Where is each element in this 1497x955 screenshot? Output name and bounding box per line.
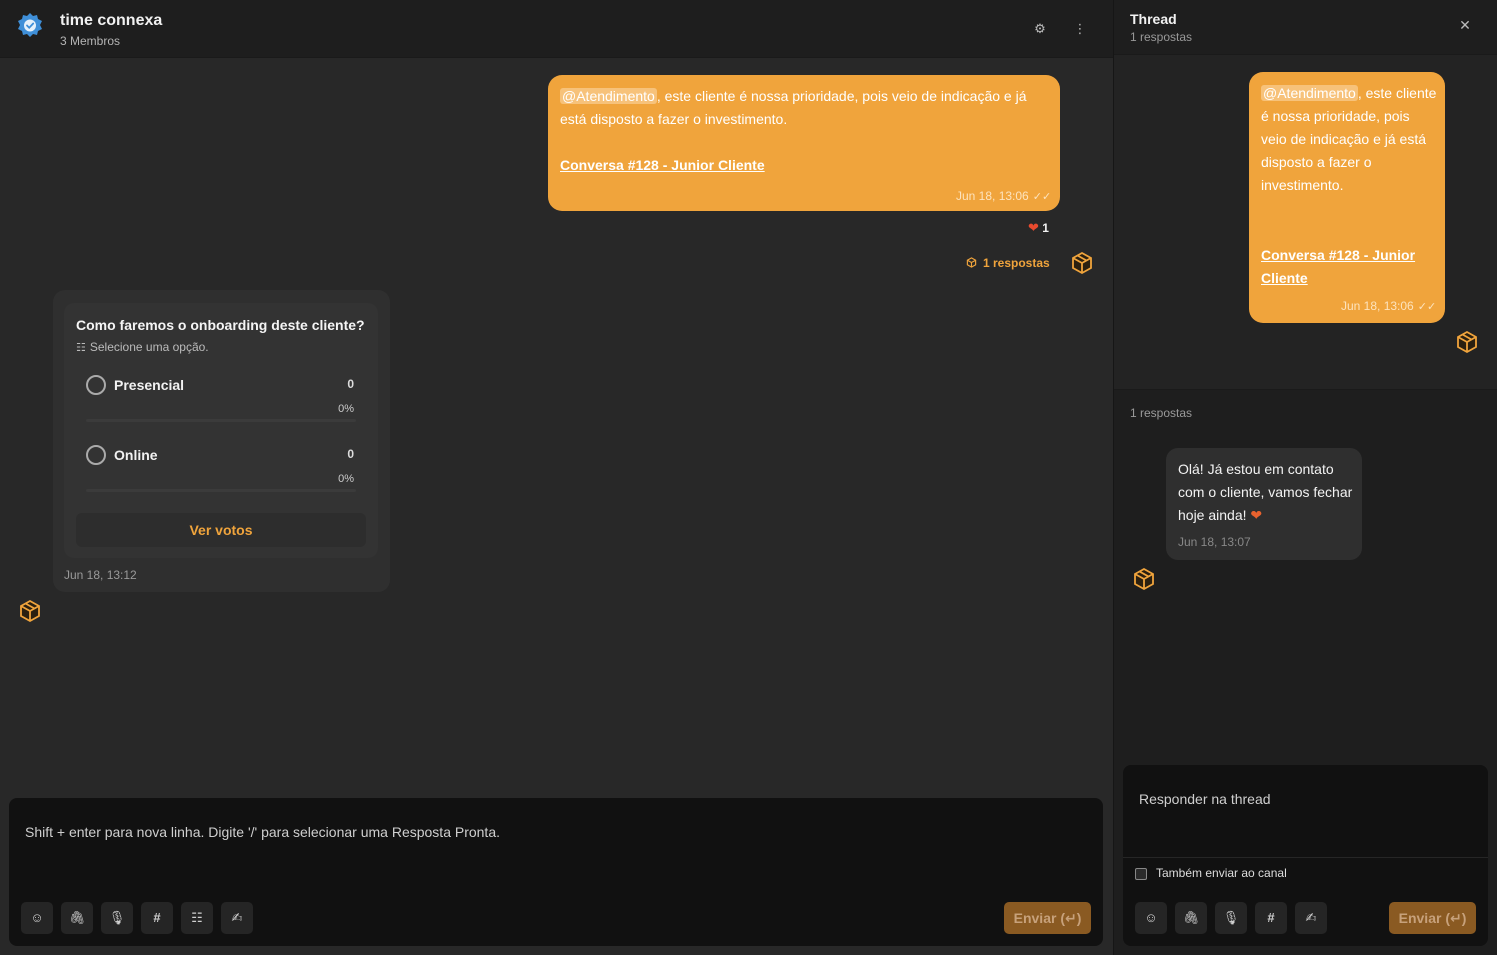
checklist-icon[interactable]: ☷ (181, 902, 213, 934)
close-icon[interactable]: ✕ (1458, 18, 1472, 32)
thread-send-button[interactable]: Enviar (↵) (1389, 902, 1476, 934)
mention-tag[interactable]: @Atendimento (1261, 85, 1358, 101)
verified-badge-icon[interactable] (16, 12, 44, 40)
user-avatar-box-icon[interactable] (18, 599, 42, 623)
radio-button[interactable] (86, 375, 106, 395)
thread-pane: Thread 1 respostas ✕ @Atendimento, este … (1113, 0, 1497, 955)
user-avatar-box-icon[interactable] (1455, 330, 1479, 354)
poll-time: Jun 18, 13:12 (64, 568, 137, 582)
user-avatar-box-icon[interactable] (1132, 567, 1156, 591)
option-count: 0 (347, 377, 354, 391)
reaction-count: 1 (1042, 221, 1049, 235)
main-chat-pane: time connexa 3 Membros ⚙ ⋮ @Atendimento,… (0, 0, 1113, 955)
message-text: @Atendimento, este cliente é nossa prior… (560, 88, 1027, 127)
conversation-link[interactable]: Conversa #128 - Junior Cliente (560, 157, 765, 173)
option-progress-bar (86, 489, 356, 492)
emoji-icon[interactable]: ☺ (1135, 902, 1167, 934)
gear-icon[interactable]: ⚙ (1032, 21, 1048, 37)
conversation-link-wrap: Conversa #128 - Junior Cliente (560, 154, 765, 177)
view-votes-button[interactable]: Ver votos (76, 513, 366, 547)
box-icon (966, 257, 977, 268)
hash-icon[interactable]: # (141, 902, 173, 934)
option-percent: 0% (338, 403, 354, 415)
message-time: Jun 18, 13:06 ✓✓ (1341, 299, 1437, 313)
checklist-icon: ☷ (76, 342, 86, 354)
paperclip-icon[interactable]: 🖇 (1175, 902, 1207, 934)
message-time: Jun 18, 13:06 ✓✓ (956, 189, 1052, 203)
message-composer[interactable]: Shift + enter para nova linha. Digite '/… (9, 798, 1103, 946)
members-count: 3 Membros (60, 34, 121, 48)
microphone-icon[interactable]: 🎙 (1215, 902, 1247, 934)
signature-icon[interactable]: ✍ (1295, 902, 1327, 934)
double-check-icon: ✓✓ (1417, 301, 1437, 313)
message-text: @Atendimento, este cliente é nossa prior… (1261, 85, 1437, 193)
paperclip-icon[interactable]: 🖇 (61, 902, 93, 934)
vertical-dots-icon[interactable]: ⋮ (1072, 21, 1088, 37)
also-send-label: Também enviar ao canal (1156, 866, 1287, 880)
chat-header: time connexa 3 Membros ⚙ ⋮ (0, 0, 1113, 58)
thread-parent-message: @Atendimento, este cliente é nossa prior… (1114, 54, 1497, 390)
message-bubble: @Atendimento, este cliente é nossa prior… (548, 75, 1060, 211)
reply-bubble: Olá! Já estou em contato com o cliente, … (1166, 448, 1362, 560)
radio-button[interactable] (86, 445, 106, 465)
thread-subtitle: 1 respostas (1130, 30, 1193, 44)
thread-composer[interactable]: Responder na thread Também enviar ao can… (1123, 765, 1488, 946)
thread-replies-link[interactable]: 1 respostas (966, 256, 1050, 270)
double-check-icon: ✓✓ (1032, 191, 1052, 203)
microphone-icon[interactable]: 🎙 (101, 902, 133, 934)
option-percent: 0% (338, 473, 354, 485)
signature-icon[interactable]: ✍ (221, 902, 253, 934)
reply-time: Jun 18, 13:07 (1178, 535, 1251, 549)
hash-icon[interactable]: # (1255, 902, 1287, 934)
message-bubble: @Atendimento, este cliente é nossa prior… (1249, 72, 1445, 323)
poll-question: Como faremos o onboarding deste cliente? (76, 317, 365, 333)
option-label: Online (114, 447, 158, 463)
conversation-link[interactable]: Conversa #128 - Junior Cliente (1261, 247, 1415, 286)
poll-option[interactable]: Presencial 0 0% (86, 375, 356, 435)
thread-title: Thread (1130, 11, 1177, 27)
replies-count: 1 respostas (1130, 406, 1193, 420)
message-input[interactable]: Shift + enter para nova linha. Digite '/… (25, 824, 500, 840)
emoji-icon[interactable]: ☺ (21, 902, 53, 934)
poll-option[interactable]: Online 0 0% (86, 445, 356, 505)
divider (1123, 857, 1488, 858)
poll-card: Como faremos o onboarding deste cliente?… (64, 303, 378, 558)
heart-icon: ❤ (1028, 220, 1039, 235)
also-send-checkbox[interactable] (1135, 868, 1147, 880)
mention-tag[interactable]: @Atendimento (560, 88, 657, 104)
reply-text: Olá! Já estou em contato com o cliente, … (1178, 461, 1353, 523)
option-label: Presencial (114, 377, 185, 393)
thread-reply-input[interactable]: Responder na thread (1139, 791, 1271, 807)
heart-icon: ❤ (1250, 507, 1263, 523)
option-count: 0 (347, 447, 354, 461)
reaction-badge[interactable]: ❤ 1 (1028, 220, 1049, 236)
poll-message: Como faremos o onboarding deste cliente?… (53, 290, 390, 592)
poll-hint: ☷ Selecione uma opção. (76, 340, 209, 354)
send-button[interactable]: Enviar (↵) (1004, 902, 1091, 934)
group-title: time connexa (60, 12, 163, 29)
user-avatar-box-icon[interactable] (1070, 251, 1094, 275)
option-progress-bar (86, 419, 356, 422)
conversation-link-wrap: Conversa #128 - Junior Cliente (1261, 244, 1437, 290)
